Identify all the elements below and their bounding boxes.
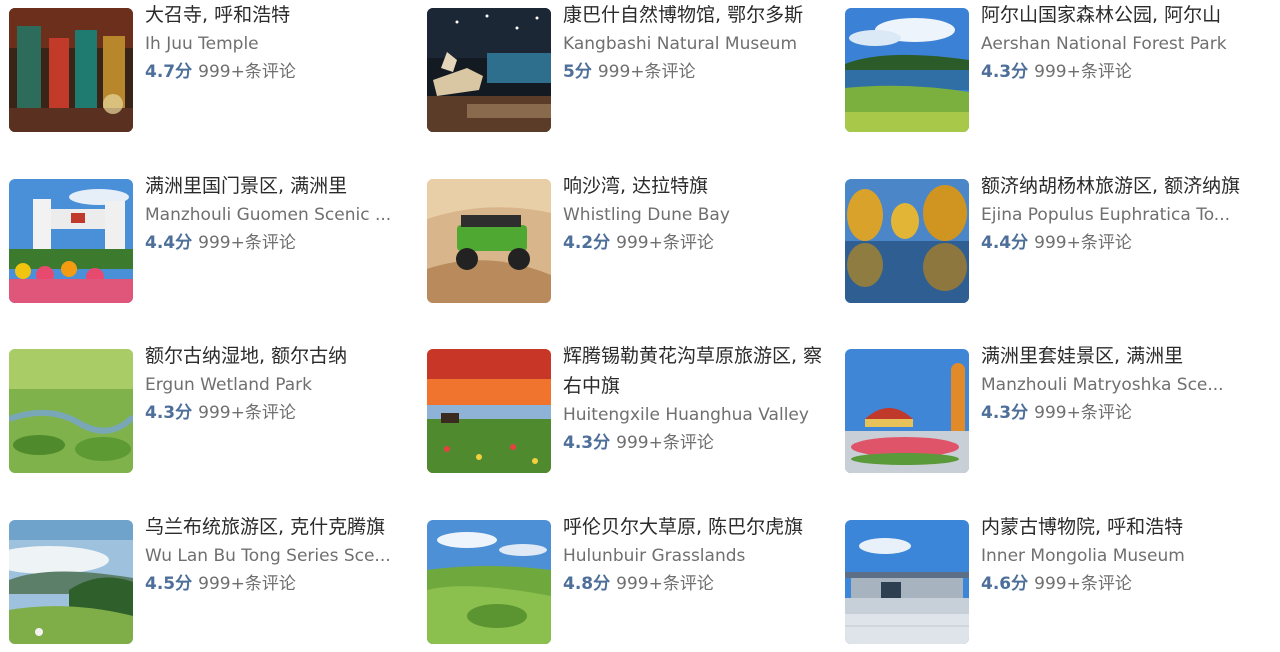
review-count: 999+条评论	[1034, 233, 1132, 253]
rating-score: 4.4分	[981, 233, 1029, 253]
rating-score: 4.7分	[145, 62, 193, 82]
gate-flowers-photo[interactable]	[9, 179, 133, 303]
attraction-subtitle: Kangbashi Natural Museum	[563, 34, 797, 54]
attraction-subtitle: Wu Lan Bu Tong Series Sce...	[145, 546, 391, 566]
attraction-card-wulanbutong[interactable]: 乌兰布统旅游区, 克什克腾旗 Wu Lan Bu Tong Series Sce…	[9, 512, 409, 652]
review-count: 999+条评论	[616, 233, 714, 253]
attraction-subtitle: Manzhouli Matryoshka Sce...	[981, 375, 1224, 395]
review-count: 999+条评论	[597, 62, 696, 82]
rating-score: 4.3分	[563, 433, 611, 453]
attraction-card-inner-mongolia-museum[interactable]: 内蒙古博物院, 呼和浩特 Inner Mongolia Museum 4.6分 9…	[845, 512, 1245, 652]
wetland-photo[interactable]	[9, 349, 133, 473]
attraction-card-ih-juu-temple[interactable]: 大召寺, 呼和浩特 Ih Juu Temple 4.7分 999+条评论	[9, 0, 409, 140]
rating-score: 4.3分	[145, 403, 193, 423]
attraction-title: 大召寺, 呼和浩特	[145, 4, 291, 26]
review-count: 999+条评论	[1034, 574, 1132, 594]
attraction-card-manzhouli-guomen[interactable]: 满洲里国门景区, 满洲里 Manzhouli Guomen Scenic ...…	[9, 171, 409, 311]
review-count: 999+条评论	[616, 433, 714, 453]
rating-score: 4.3分	[981, 62, 1029, 82]
attraction-subtitle: Ergun Wetland Park	[145, 375, 312, 395]
rating-score: 5分	[563, 62, 592, 82]
attraction-card-huitengxile[interactable]: 辉腾锡勒黄花沟草原旅游区, 察右中旗 Huitengxile Huanghua …	[427, 341, 827, 481]
attraction-card-kangbashi-museum[interactable]: 康巴什自然博物馆, 鄂尔多斯 Kangbashi Natural Museum …	[427, 0, 827, 140]
attraction-title: 乌兰布统旅游区, 克什克腾旗	[145, 516, 386, 538]
attraction-card-whistling-dune[interactable]: 响沙湾, 达拉特旗 Whistling Dune Bay 4.2分 999+条评论	[427, 171, 827, 311]
attraction-title: 满洲里套娃景区, 满洲里	[981, 345, 1184, 367]
attraction-card-manzhouli-matryoshka[interactable]: 满洲里套娃景区, 满洲里 Manzhouli Matryoshka Sce...…	[845, 341, 1245, 481]
attraction-title: 额济纳胡杨林旅游区, 额济纳旗	[981, 175, 1241, 197]
attraction-subtitle: Hulunbuir Grasslands	[563, 546, 746, 566]
attraction-subtitle: Manzhouli Guomen Scenic ...	[145, 205, 392, 225]
review-count: 999+条评论	[198, 233, 296, 253]
attraction-subtitle: Aershan National Forest Park	[981, 34, 1227, 54]
museum-photo[interactable]	[427, 8, 551, 132]
attraction-subtitle: Ih Juu Temple	[145, 34, 259, 54]
attraction-title: 额尔古纳湿地, 额尔古纳	[145, 345, 348, 367]
review-count: 999+条评论	[616, 574, 714, 594]
attraction-title: 内蒙古博物院, 呼和浩特	[981, 516, 1184, 538]
attraction-subtitle: Huitengxile Huanghua Valley	[563, 405, 809, 425]
review-count: 999+条评论	[198, 403, 296, 423]
attraction-title: 响沙湾, 达拉特旗	[563, 175, 709, 197]
attraction-subtitle: Ejina Populus Euphratica To...	[981, 205, 1231, 225]
autumn-trees-photo[interactable]	[845, 179, 969, 303]
review-count: 999+条评论	[198, 574, 296, 594]
rating-score: 4.4分	[145, 233, 193, 253]
review-count: 999+条评论	[1034, 62, 1132, 82]
attraction-title: 康巴什自然博物馆, 鄂尔多斯	[563, 4, 804, 26]
attraction-card-hulunbuir[interactable]: 呼伦贝尔大草原, 陈巴尔虎旗 Hulunbuir Grasslands 4.8分…	[427, 512, 827, 652]
rating-score: 4.8分	[563, 574, 611, 594]
grassland-photo[interactable]	[427, 520, 551, 644]
lake-forest-photo[interactable]	[845, 8, 969, 132]
attraction-title: 满洲里国门景区, 满洲里	[145, 175, 348, 197]
attraction-title: 阿尔山国家森林公园, 阿尔山	[981, 4, 1222, 26]
rating-score: 4.6分	[981, 574, 1029, 594]
attraction-card-ergun-wetland[interactable]: 额尔古纳湿地, 额尔古纳 Ergun Wetland Park 4.3分 999+…	[9, 341, 409, 481]
attraction-subtitle: Inner Mongolia Museum	[981, 546, 1185, 566]
museum-building-photo[interactable]	[845, 520, 969, 644]
desert-vehicle-photo[interactable]	[427, 179, 551, 303]
rating-score: 4.2分	[563, 233, 611, 253]
attraction-title: 辉腾锡勒黄花沟草原旅游区, 察右中旗	[563, 345, 823, 397]
rating-score: 4.5分	[145, 574, 193, 594]
misty-hills-photo[interactable]	[9, 520, 133, 644]
review-count: 999+条评论	[1034, 403, 1132, 423]
sunset-grassland-photo[interactable]	[427, 349, 551, 473]
attraction-card-aershan-forest[interactable]: 阿尔山国家森林公园, 阿尔山 Aershan National Forest P…	[845, 0, 1245, 140]
attraction-card-ejina-populus[interactable]: 额济纳胡杨林旅游区, 额济纳旗 Ejina Populus Euphratica…	[845, 171, 1245, 311]
attraction-grid: 大召寺, 呼和浩特 Ih Juu Temple 4.7分 999+条评论 康巴什自…	[0, 0, 1280, 652]
matryoshka-park-photo[interactable]	[845, 349, 969, 473]
rating-score: 4.3分	[981, 403, 1029, 423]
temple-photo[interactable]	[9, 8, 133, 132]
review-count: 999+条评论	[198, 62, 296, 82]
attraction-subtitle: Whistling Dune Bay	[563, 205, 730, 225]
attraction-title: 呼伦贝尔大草原, 陈巴尔虎旗	[563, 516, 804, 538]
